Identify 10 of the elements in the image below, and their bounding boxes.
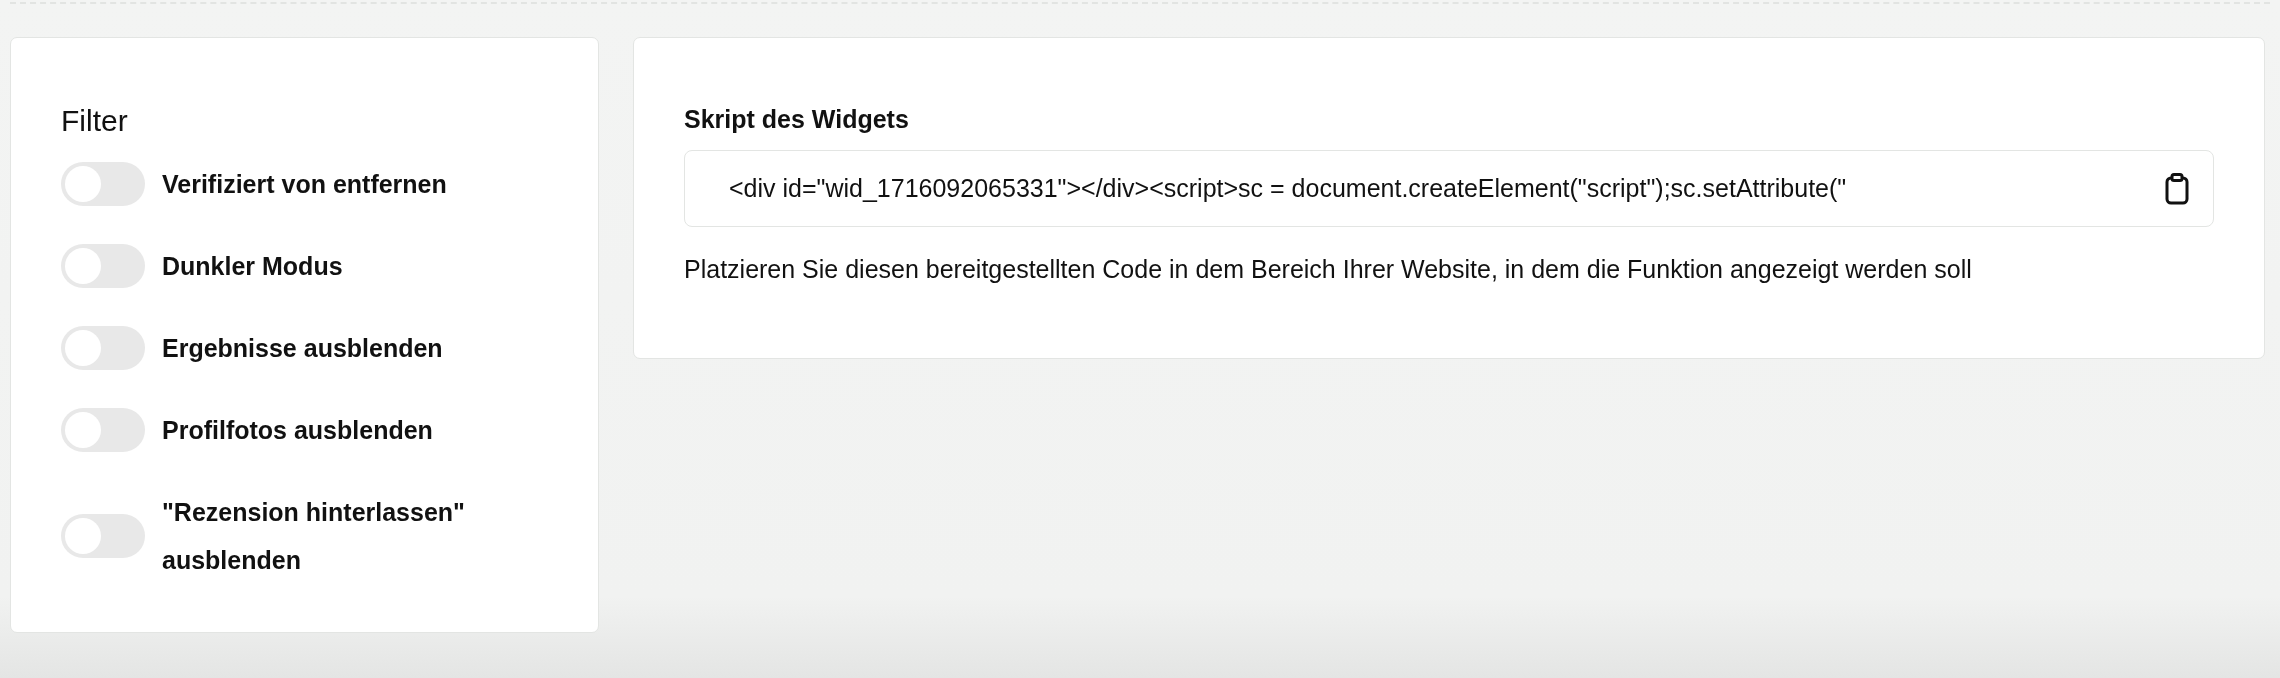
code-field[interactable]: <div id="wid_1716092065331"></div><script>sc = document.createElement("script");sc.setAttribute(" bbox=[684, 150, 2214, 227]
instruction-text: Platzieren Sie diesen bereitgestellten Code in dem Bereich Ihrer Website, in dem die Funktion angezeigt werden soll bbox=[684, 255, 1973, 284]
toggle-label: "Rezension hinterlassen" ausblenden bbox=[162, 497, 466, 576]
toggle-label: Verifiziert von entfernen bbox=[162, 169, 448, 200]
toggle-label: Ergebnisse ausblenden bbox=[162, 333, 444, 364]
toggle-label: Profilfotos ausblenden bbox=[162, 415, 434, 446]
widget-title: Skript des Widgets bbox=[684, 105, 910, 134]
clipboard-icon[interactable] bbox=[2165, 172, 2189, 205]
filter-title: Filter bbox=[61, 104, 129, 138]
toggle-label: Dunkler Modus bbox=[162, 251, 344, 282]
